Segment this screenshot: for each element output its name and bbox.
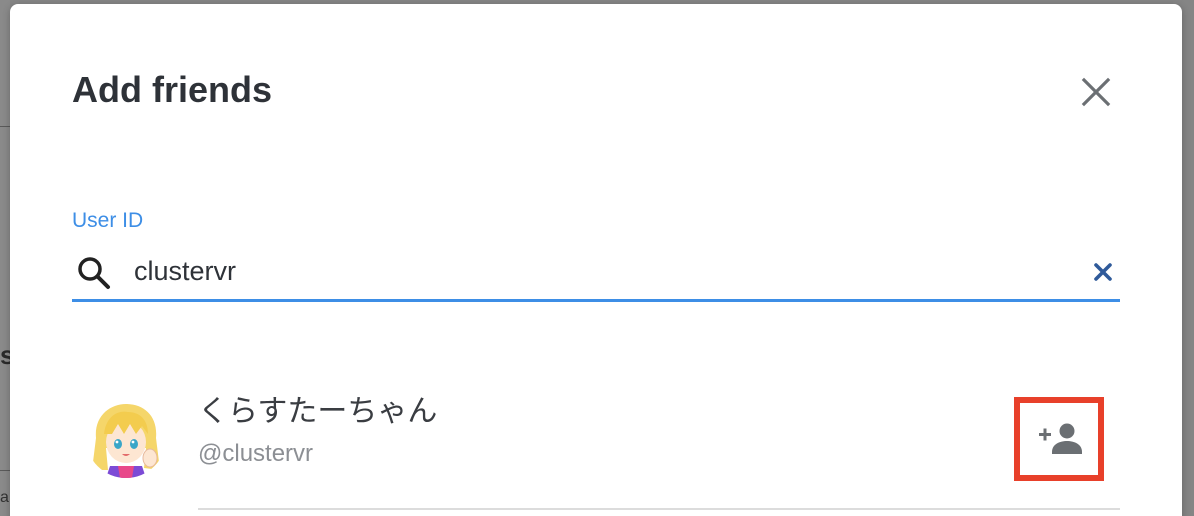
user-display-name: くらすたーちゃん <box>198 394 438 429</box>
close-icon <box>1081 77 1111 107</box>
dialog-title: Add friends <box>72 69 273 110</box>
search-icon <box>78 257 110 289</box>
add-friends-dialog: Add friends User ID clustervr くらすたーちゃん @… <box>10 4 1182 516</box>
background-divider <box>0 470 10 471</box>
clear-icon <box>1094 263 1112 281</box>
background-divider <box>0 126 10 127</box>
clear-search-button[interactable] <box>1090 259 1116 285</box>
user-id-label: User ID <box>72 209 144 232</box>
user-id-input[interactable] <box>134 251 1034 291</box>
search-result-item: くらすたーちゃん @clustervr <box>72 384 1120 510</box>
add-friend-button[interactable] <box>1014 397 1104 481</box>
list-divider <box>198 508 1120 510</box>
background-text-fragment: a <box>0 489 9 506</box>
close-button[interactable] <box>1076 72 1116 112</box>
person-add-icon <box>1039 423 1082 454</box>
user-handle: @clustervr <box>198 440 314 467</box>
avatar <box>86 398 166 478</box>
background-page: s a <box>0 0 14 516</box>
user-id-search-field <box>72 247 1120 302</box>
avatar-image <box>86 398 166 478</box>
